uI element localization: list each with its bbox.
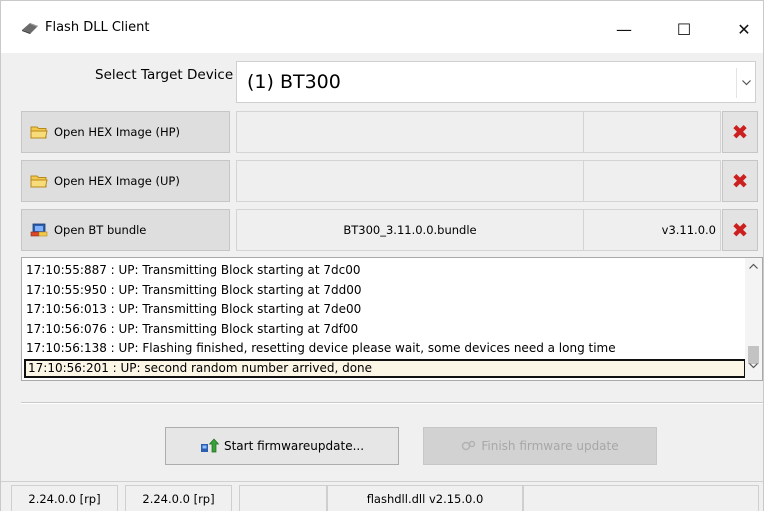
finish-gears-icon xyxy=(462,440,476,451)
open-bt-bundle-button[interactable]: Open BT bundle xyxy=(21,209,230,251)
target-device-select[interactable]: (1) BT300 xyxy=(236,61,756,103)
log-line[interactable]: 17:10:56:138 : UP: Flashing finished, re… xyxy=(24,339,746,359)
log-line[interactable]: 17:10:56:076 : UP: Transmitting Block st… xyxy=(24,320,746,340)
status-cell-hp-version: 2.24.0.0 [rp] xyxy=(11,485,118,511)
bundle-icon xyxy=(30,223,48,237)
status-bar: 2.24.0.0 [rp] 2.24.0.0 [rp] flashdll.dll… xyxy=(1,481,763,511)
status-cell-spare xyxy=(523,485,759,511)
maximize-button[interactable]: ☐ xyxy=(661,9,707,49)
log-list[interactable]: 17:10:55:887 : UP: Transmitting Block st… xyxy=(21,257,763,381)
remove-hp-image-button[interactable]: ✖ xyxy=(722,111,758,153)
bt-bundle-version: v3.11.0.0 xyxy=(583,209,721,251)
finish-firmware-update-button[interactable]: Finish firmware update xyxy=(423,427,657,465)
scroll-down-icon[interactable] xyxy=(745,362,762,376)
log-lines: 17:10:55:887 : UP: Transmitting Block st… xyxy=(24,261,746,378)
flash-upload-icon xyxy=(200,438,220,453)
finish-firmware-update-label: Finish firmware update xyxy=(481,439,619,453)
scroll-up-icon[interactable] xyxy=(745,262,762,276)
app-logo-icon xyxy=(22,23,38,34)
up-image-row: Open HEX Image (UP) ✖ xyxy=(21,160,759,202)
minimize-button[interactable]: — xyxy=(601,9,647,49)
status-cell-dll-version: flashdll.dll v2.15.0.0 xyxy=(327,485,523,511)
log-line-selected[interactable]: 17:10:56:201 : UP: second random number … xyxy=(24,358,746,378)
red-x-icon: ✖ xyxy=(731,169,749,193)
target-device-value: (1) BT300 xyxy=(247,71,341,93)
log-line[interactable]: 17:10:56:013 : UP: Transmitting Block st… xyxy=(24,300,746,320)
log-scrollbar[interactable] xyxy=(745,258,762,380)
log-line[interactable]: 17:10:55:887 : UP: Transmitting Block st… xyxy=(24,261,746,281)
hp-image-path xyxy=(236,111,584,153)
up-image-version xyxy=(583,160,721,202)
remove-up-image-button[interactable]: ✖ xyxy=(722,160,758,202)
hp-image-row: Open HEX Image (HP) ✖ xyxy=(21,111,759,153)
open-hex-image-up-label: Open HEX Image (UP) xyxy=(54,174,180,188)
up-image-path xyxy=(236,160,584,202)
hp-image-version xyxy=(583,111,721,153)
start-firmware-update-button[interactable]: Start firmwareupdate... xyxy=(165,427,399,465)
status-cell-empty xyxy=(239,485,327,511)
start-firmware-update-label: Start firmwareupdate... xyxy=(223,439,365,453)
select-target-device-label: Select Target Device xyxy=(95,67,234,83)
status-cell-up-version: 2.24.0.0 [rp] xyxy=(125,485,232,511)
folder-icon xyxy=(30,175,48,188)
log-line[interactable]: 17:10:55:950 : UP: Transmitting Block st… xyxy=(24,281,746,301)
bt-bundle-path: BT300_3.11.0.0.bundle xyxy=(236,209,584,251)
separator xyxy=(21,402,763,404)
chevron-down-icon[interactable] xyxy=(736,68,755,98)
remove-bt-bundle-button[interactable]: ✖ xyxy=(722,209,758,251)
window-title: Flash DLL Client xyxy=(45,20,150,35)
close-button[interactable]: ✕ xyxy=(721,9,764,49)
open-hex-image-hp-label: Open HEX Image (HP) xyxy=(54,125,181,139)
red-x-icon: ✖ xyxy=(731,218,749,242)
app-window: Flash DLL Client — ☐ ✕ Select Target Dev… xyxy=(0,0,764,511)
open-hex-image-up-button[interactable]: Open HEX Image (UP) xyxy=(21,160,230,202)
open-bt-bundle-label: Open BT bundle xyxy=(54,223,147,237)
open-hex-image-hp-button[interactable]: Open HEX Image (HP) xyxy=(21,111,230,153)
bt-bundle-row: Open BT bundle BT300_3.11.0.0.bundle v3.… xyxy=(21,209,759,251)
title-bar: Flash DLL Client — ☐ ✕ xyxy=(1,1,763,53)
red-x-icon: ✖ xyxy=(731,120,749,144)
folder-icon xyxy=(30,126,48,139)
